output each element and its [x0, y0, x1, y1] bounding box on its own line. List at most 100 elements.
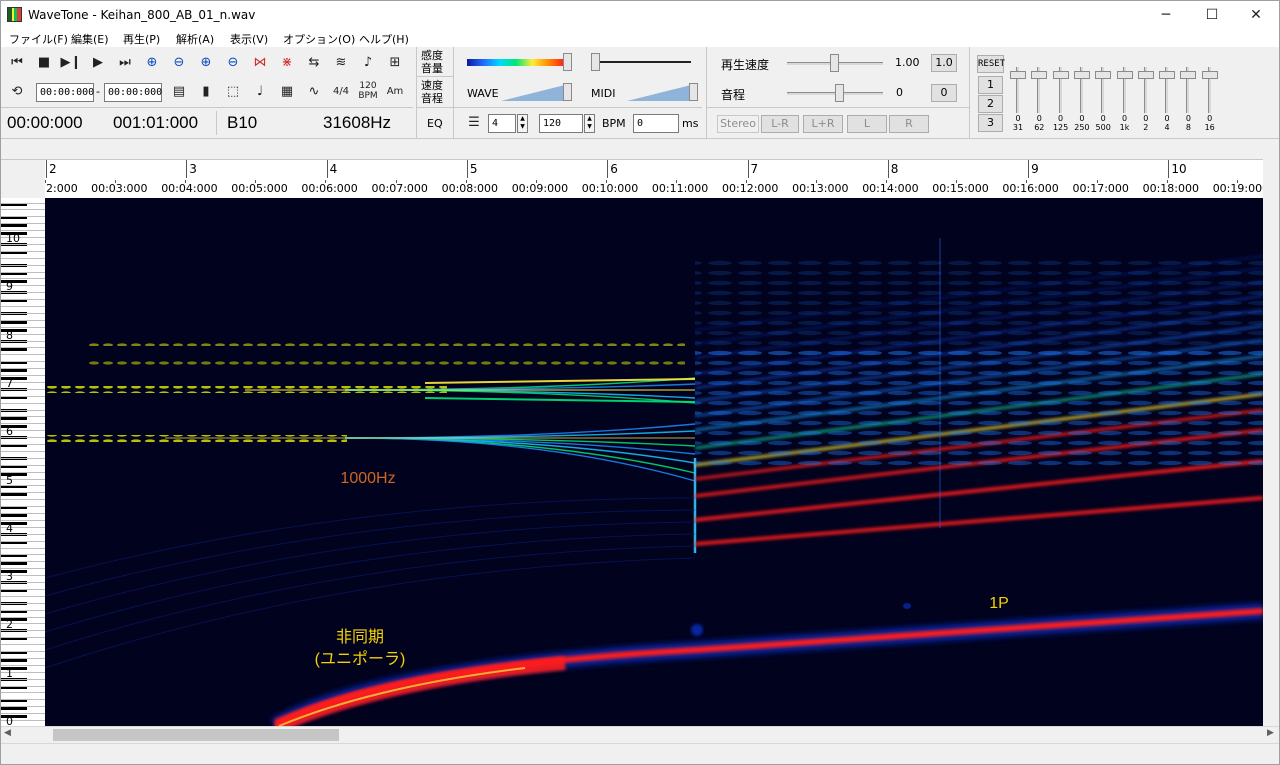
menu-file[interactable]: ファイル(F) [9, 31, 68, 47]
playback-speed-reset-button[interactable]: 1.0 [931, 54, 957, 72]
midi-volume-ramp[interactable] [627, 83, 691, 101]
time-label: 00:07:000 [371, 182, 428, 195]
menu-view[interactable]: 表示(V) [230, 31, 268, 47]
black-key [1, 513, 27, 517]
left-channel-button[interactable]: L [847, 115, 887, 133]
time-tick [45, 180, 46, 183]
playback-speed-thumb[interactable] [830, 54, 839, 72]
zoom-out-horizontal-icon[interactable]: ⊖ [168, 52, 190, 74]
eq-preset-2-button[interactable]: 2 [978, 95, 1003, 113]
expand-horizontal-icon[interactable]: ⋈ [249, 52, 271, 74]
swap-icon[interactable]: ⇆ [303, 52, 325, 74]
range-separator: - [96, 85, 100, 98]
eq-band-4[interactable]: 04 [1159, 67, 1176, 132]
horizontal-scroll-thumb[interactable] [53, 729, 339, 741]
tone-dots [85, 361, 685, 366]
eq-preset-1-button[interactable]: 1 [978, 76, 1003, 94]
piano-icon[interactable]: ♪ [357, 52, 379, 74]
menu-edit[interactable]: 編集(E) [71, 31, 109, 47]
eq-band-31[interactable]: 0 31 [1010, 67, 1026, 132]
zoom-out-vertical-icon[interactable]: ⊖ [222, 52, 244, 74]
menu-play[interactable]: 再生(P) [123, 31, 160, 47]
chord-icon[interactable]: Am [384, 81, 406, 103]
menu-options[interactable]: オプション(O) [283, 31, 355, 47]
l-plus-r-button[interactable]: L+R [803, 115, 843, 133]
wave-volume-ramp[interactable] [501, 83, 565, 101]
grid-icon[interactable]: ▦ [276, 81, 298, 103]
volume-slider-track[interactable] [597, 61, 691, 63]
play-pause-icon[interactable]: ▶❙ [60, 52, 82, 74]
wave-volume-thumb[interactable] [563, 83, 572, 101]
bpm-icon[interactable]: 120 BPM [357, 81, 379, 103]
eq-band-thumb[interactable] [1031, 71, 1048, 79]
eq-band-500[interactable]: 0 500 [1095, 67, 1112, 132]
eq-band-1k[interactable]: 0 1k [1116, 67, 1133, 132]
pitch-reset-button[interactable]: 0 [931, 84, 957, 102]
time-signature-icon[interactable]: 4/4 [330, 81, 352, 103]
fast-forward-icon[interactable]: ⏭ [114, 52, 136, 74]
eq-band-125[interactable]: 0 125 [1052, 67, 1069, 132]
stop-icon[interactable]: ■ [33, 52, 55, 74]
eq-band-thumb[interactable] [1159, 71, 1176, 79]
menu-help[interactable]: ヘルプ(H) [359, 31, 409, 47]
rewind-icon[interactable]: ⏮ [6, 52, 28, 74]
scroll-right-arrow-icon[interactable]: ▶ [1267, 728, 1274, 738]
beats-field[interactable]: 4 [488, 114, 516, 133]
bpm-field[interactable]: 120 [539, 114, 583, 133]
stereo-button[interactable]: Stereo [717, 115, 759, 133]
select-icon[interactable]: ⬚ [222, 81, 244, 103]
zoom-in-horizontal-icon[interactable]: ⊕ [141, 52, 163, 74]
eq-band-2[interactable]: 02 [1137, 67, 1154, 132]
note-icon[interactable]: ♩ [249, 81, 271, 103]
minimize-button[interactable]: ─ [1143, 1, 1189, 29]
menu-analyze[interactable]: 解析(A) [176, 31, 214, 47]
volume-slider-thumb[interactable] [591, 53, 600, 71]
white-key-edge [1, 306, 45, 307]
range-start-field[interactable]: 00:00:000 [36, 83, 94, 102]
beats-spinner[interactable]: ▲ ▼ [517, 114, 528, 133]
eq-reset-button[interactable]: RESET [977, 55, 1005, 73]
eq-band-250[interactable]: 0 250 [1073, 67, 1090, 132]
eq-band-thumb[interactable] [1180, 71, 1197, 79]
bpm-spinner[interactable]: ▲ ▼ [584, 114, 595, 133]
eq-band-thumb[interactable] [1052, 71, 1069, 79]
octave-label: 8 [6, 328, 13, 342]
eq-band-8[interactable]: 08 [1180, 67, 1197, 132]
pitch-thumb[interactable] [835, 84, 844, 102]
l-minus-r-button[interactable]: L-R [761, 115, 799, 133]
book-icon[interactable]: ⊞ [384, 52, 406, 74]
vertical-scrollbar[interactable] [1263, 159, 1279, 726]
eq-band-thumb[interactable] [1095, 71, 1112, 79]
eq-band-thumb[interactable] [1010, 71, 1026, 79]
waveform-icon[interactable]: ≋ [330, 52, 352, 74]
spectrogram-view[interactable]: 1000Hz 非同期 (ユニポーラ) 1P [45, 198, 1263, 726]
playback-speed-value: 1.00 [895, 56, 920, 69]
scroll-left-arrow-icon[interactable]: ◀ [4, 728, 11, 738]
marker-icon[interactable]: ▮ [195, 81, 217, 103]
range-end-field[interactable]: 00:00:000 [104, 83, 162, 102]
play-icon[interactable]: ▶ [87, 52, 109, 74]
eq-band-thumb[interactable] [1201, 71, 1218, 79]
eq-band-thumb[interactable] [1073, 71, 1090, 79]
eq-band-16[interactable]: 0 16 [1201, 67, 1218, 132]
white-key-edge [1, 457, 45, 459]
eq-band-thumb[interactable] [1137, 71, 1154, 79]
eq-band-62[interactable]: 0 62 [1031, 67, 1048, 132]
offset-ms-field[interactable]: 0 [633, 114, 679, 133]
eq-preset-3-button[interactable]: 3 [978, 114, 1003, 132]
white-key-edge [1, 326, 45, 328]
loop-icon[interactable]: ⟲ [6, 81, 28, 103]
right-channel-button[interactable]: R [889, 115, 929, 133]
close-button[interactable]: ✕ [1233, 1, 1279, 29]
white-key-edge [1, 278, 45, 280]
shrink-horizontal-icon[interactable]: ⋇ [276, 52, 298, 74]
eq-band-thumb[interactable] [1116, 71, 1133, 79]
horizontal-scrollbar[interactable]: ◀ ▶ [1, 726, 1279, 743]
layout-icon[interactable]: ▤ [168, 81, 190, 103]
zoom-in-vertical-icon[interactable]: ⊕ [195, 52, 217, 74]
maximize-button[interactable]: ☐ [1189, 1, 1235, 29]
sensitivity-slider-thumb[interactable] [563, 53, 572, 71]
midi-volume-thumb[interactable] [689, 83, 698, 101]
curve-icon[interactable]: ∿ [303, 81, 325, 103]
time-ruler[interactable]: 2 3 4 5 6 7 8 9 10 2:000 00:03:000 00:04:000 00:05:0… [45, 159, 1263, 198]
